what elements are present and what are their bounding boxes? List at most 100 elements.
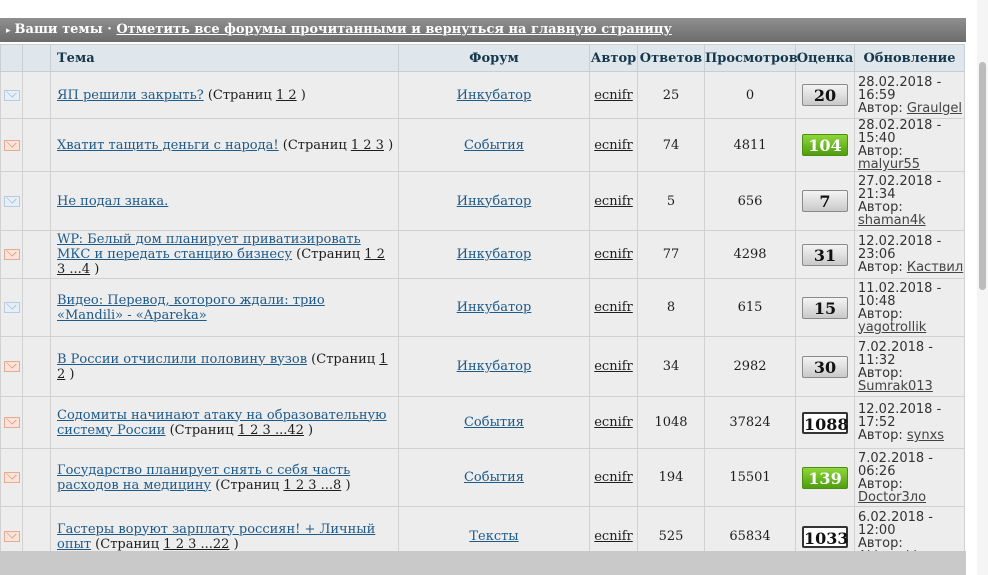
envelope-read-icon bbox=[3, 89, 20, 101]
triangle-right-icon: ▸ bbox=[6, 26, 11, 36]
envelope-hot-icon bbox=[3, 249, 20, 260]
last-post-author-link[interactable]: Sumrak013 bbox=[858, 379, 933, 394]
rating-badge: 7 bbox=[802, 190, 848, 212]
forum-link[interactable]: Инкубатор bbox=[457, 300, 532, 315]
mark-all-read-link[interactable]: Отметить все форумы прочитанными и верну… bbox=[116, 22, 672, 37]
topic-title-cell: Не подал знака. bbox=[50, 171, 399, 231]
topic-title-cell: Содомиты начинают атаку на образовательн… bbox=[50, 396, 399, 449]
author-link[interactable]: ecnifr bbox=[594, 470, 633, 485]
last-post-author-link[interactable]: synxs bbox=[907, 428, 944, 443]
author-link[interactable]: ecnifr bbox=[594, 359, 633, 374]
pages-close: ) bbox=[233, 536, 239, 552]
pages-open: (Страниц bbox=[207, 87, 272, 103]
topic-title-link[interactable]: ЯП решили закрыть? bbox=[57, 88, 204, 103]
forum-link[interactable]: События bbox=[464, 415, 524, 430]
last-post-author-link[interactable]: Каствил bbox=[907, 260, 963, 275]
table-row: Видео: Перевод, которого ждали: трио «Ma… bbox=[0, 278, 965, 337]
last-post-author-link[interactable]: Doctor3ло bbox=[858, 490, 926, 505]
forum-link[interactable]: Тексты bbox=[469, 529, 518, 544]
author-link[interactable]: ecnifr bbox=[594, 247, 633, 262]
topic-status-cell bbox=[0, 118, 23, 172]
scrollbar-thumb[interactable] bbox=[979, 62, 986, 290]
forum-link[interactable]: Инкубатор bbox=[457, 194, 532, 209]
your-topics-label: Ваши темы bbox=[14, 22, 103, 37]
pages-open: (Страниц bbox=[311, 351, 376, 367]
author-link[interactable]: ecnifr bbox=[594, 194, 633, 209]
page-links[interactable]: 1 2 3 ...8 bbox=[283, 478, 341, 493]
column-views: Просмотров bbox=[704, 44, 798, 72]
page-links[interactable]: 1 2 3 ...42 bbox=[238, 423, 304, 438]
replies-count: 194 bbox=[637, 448, 705, 507]
topic-type-cell bbox=[22, 71, 51, 119]
column-rating: Оценка bbox=[795, 44, 855, 72]
last-post-author-link[interactable]: Graulgel bbox=[907, 101, 962, 116]
topic-type-cell bbox=[22, 396, 51, 449]
page-links[interactable]: 1 2 3 bbox=[351, 138, 384, 153]
bottom-bar bbox=[0, 551, 966, 575]
pages-close: ) bbox=[69, 366, 75, 382]
last-post-author-link[interactable]: shaman4k bbox=[858, 213, 926, 228]
last-update-date: 12.02.2018 - 17:52 bbox=[858, 402, 942, 430]
page-links[interactable]: 1 2 3 ...22 bbox=[163, 537, 229, 552]
last-update-date: 27.02.2018 - 21:34 bbox=[858, 174, 942, 202]
topic-title-cell: Хватит тащить деньги с народа! (Страниц … bbox=[50, 118, 399, 172]
envelope-read-icon bbox=[3, 302, 20, 313]
column-updated: Обновление bbox=[854, 44, 965, 72]
forum-link[interactable]: События bbox=[464, 138, 524, 153]
views-count: 15501 bbox=[704, 448, 796, 507]
replies-count: 77 bbox=[637, 230, 705, 279]
topic-title-link[interactable]: Видео: Перевод, которого ждали: трио «Ma… bbox=[57, 293, 325, 323]
author-link[interactable]: ecnifr bbox=[594, 529, 633, 544]
forum-link[interactable]: Инкубатор bbox=[457, 359, 532, 374]
header-separator: · bbox=[107, 22, 112, 37]
replies-count: 1048 bbox=[637, 396, 705, 449]
rating-cell: 15 bbox=[795, 278, 855, 337]
author-prefix: Автор: bbox=[858, 428, 903, 443]
forum-link[interactable]: Инкубатор bbox=[457, 247, 532, 262]
forum-link[interactable]: События bbox=[464, 470, 524, 485]
author-link[interactable]: ecnifr bbox=[594, 138, 633, 153]
topic-status-cell bbox=[0, 171, 23, 231]
pages-close: ) bbox=[94, 262, 100, 277]
envelope-read-icon bbox=[3, 195, 20, 207]
rating-cell: 20 bbox=[795, 71, 855, 119]
last-post-author-link[interactable]: malyur55 bbox=[858, 157, 920, 172]
last-update-cell: 7.02.2018 - 11:32 Автор: Sumrak013 bbox=[854, 336, 965, 397]
forum-cell: Инкубатор bbox=[398, 230, 590, 279]
last-update-cell: 7.02.2018 - 06:26 Автор: Doctor3ло bbox=[854, 448, 965, 507]
table-row: В России отчислили половину вузов (Стран… bbox=[0, 336, 965, 397]
forum-cell: События bbox=[398, 118, 590, 172]
views-count: 2982 bbox=[704, 336, 796, 397]
topic-title-cell: WP: Белый дом планирует приватизировать … bbox=[50, 230, 399, 279]
topic-title-cell: ЯП решили закрыть? (Страниц 1 2 ) bbox=[50, 71, 399, 119]
forum-link[interactable]: Инкубатор bbox=[457, 88, 532, 103]
author-cell: ecnifr bbox=[589, 118, 638, 172]
page-links[interactable]: 1 2 bbox=[276, 88, 297, 103]
rating-badge: 104 bbox=[802, 134, 848, 156]
table-row: WP: Белый дом планирует приватизировать … bbox=[0, 230, 965, 279]
author-link[interactable]: ecnifr bbox=[594, 415, 633, 430]
rating-badge: 1088 bbox=[802, 411, 849, 434]
rating-badge: 15 bbox=[802, 296, 848, 319]
last-update-date: 7.02.2018 - 06:26 bbox=[858, 450, 933, 479]
rating-badge: 20 bbox=[802, 84, 848, 106]
topic-type-cell bbox=[22, 230, 51, 279]
pages-open: (Страниц bbox=[169, 422, 234, 438]
topic-title-link[interactable]: В России отчислили половину вузов bbox=[57, 352, 307, 367]
topic-title-link[interactable]: Хватит тащить деньги с народа! bbox=[57, 138, 279, 153]
column-replies: Ответов bbox=[637, 44, 705, 72]
rating-cell: 30 bbox=[795, 336, 855, 397]
author-link[interactable]: ecnifr bbox=[594, 300, 633, 315]
topic-status-cell bbox=[0, 71, 23, 119]
rating-badge: 139 bbox=[802, 466, 848, 489]
author-link[interactable]: ecnifr bbox=[594, 88, 633, 103]
views-count: 615 bbox=[704, 278, 796, 337]
pages-close: ) bbox=[308, 422, 314, 438]
replies-count: 8 bbox=[637, 278, 705, 337]
forum-cell: Инкубатор bbox=[398, 278, 590, 337]
last-post-author-link[interactable]: yagotrollik bbox=[858, 320, 926, 335]
topic-title-link[interactable]: Не подал знака. bbox=[57, 194, 168, 209]
views-count: 656 bbox=[704, 171, 796, 231]
last-update-cell: 11.02.2018 - 10:48 Автор: yagotrollik bbox=[854, 278, 965, 337]
vertical-scrollbar[interactable] bbox=[977, 0, 988, 575]
